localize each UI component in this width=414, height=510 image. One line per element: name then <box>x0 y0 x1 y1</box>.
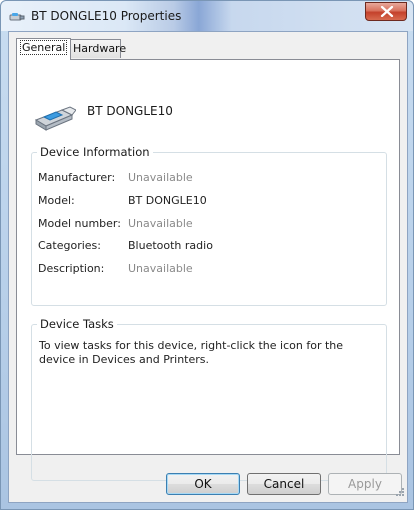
device-name: BT DONGLE10 <box>87 104 173 118</box>
usb-dongle-icon <box>32 104 77 137</box>
tab-hardware-label: Hardware <box>73 42 127 55</box>
tab-general-label: General <box>19 40 68 55</box>
dialog-body: General Hardware BT DONGLE10 Device Info… <box>8 31 408 503</box>
tab-hardware[interactable]: Hardware <box>68 39 126 58</box>
info-label: Categories: <box>38 239 101 252</box>
info-value: Unavailable <box>128 262 193 275</box>
info-label: Model: <box>38 194 75 207</box>
info-value: Unavailable <box>128 217 193 230</box>
info-value: BT DONGLE10 <box>128 194 207 207</box>
info-value: Unavailable <box>128 171 193 184</box>
info-label: Description: <box>38 262 105 275</box>
device-information-title: Device Information <box>37 145 153 159</box>
bluetooth-device-icon <box>9 8 25 24</box>
device-tasks-text: To view tasks for this device, right-cli… <box>39 339 344 366</box>
info-label: Manufacturer: <box>38 171 116 184</box>
general-tab-panel: BT DONGLE10 Device Information Manufactu… <box>16 59 400 481</box>
properties-window: BT DONGLE10 Properties General Hardware <box>0 0 414 510</box>
apply-button[interactable]: Apply <box>328 473 402 495</box>
cancel-button[interactable]: Cancel <box>247 473 321 495</box>
window-title: BT DONGLE10 Properties <box>31 9 182 23</box>
ok-button[interactable]: OK <box>166 473 240 495</box>
close-icon <box>380 6 394 17</box>
info-value: Bluetooth radio <box>128 239 213 252</box>
tab-general[interactable]: General <box>16 38 72 60</box>
close-button[interactable] <box>365 2 407 21</box>
device-tasks-group: Device Tasks To view tasks for this devi… <box>31 317 387 481</box>
device-tasks-title: Device Tasks <box>37 317 117 331</box>
resize-grip-icon[interactable] <box>395 487 405 500</box>
device-information-group: Device Information Manufacturer: Unavail… <box>31 145 387 306</box>
title-bar[interactable]: BT DONGLE10 Properties <box>1 1 413 31</box>
info-label: Model number: <box>38 217 121 230</box>
